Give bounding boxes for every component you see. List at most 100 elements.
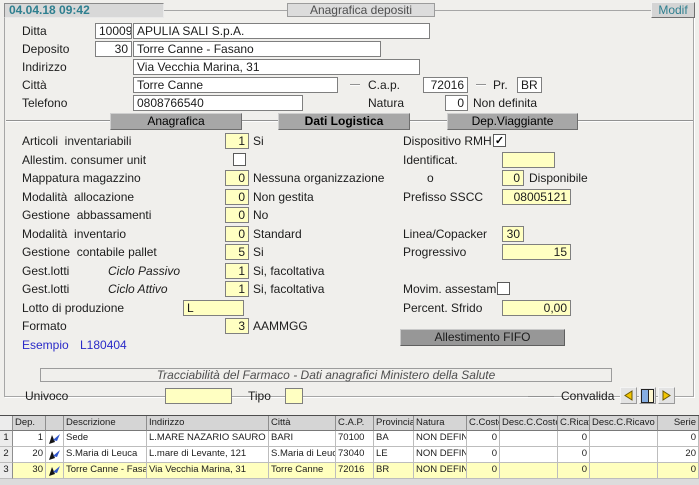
cell-indirizzo[interactable]: L.MARE NAZARIO SAURO 211 — [147, 431, 269, 447]
left-arrow-icon — [623, 390, 634, 401]
nav-next-button[interactable] — [658, 387, 675, 404]
dispositivo-rmh-checkbox[interactable]: ✓ — [493, 134, 506, 147]
cell-indirizzo[interactable]: L.mare di Levante, 121 — [147, 447, 269, 463]
tab-anagrafica[interactable]: Anagrafica — [110, 113, 242, 130]
cell-desc-c-costo[interactable] — [500, 447, 558, 463]
o-field[interactable]: 0 — [502, 170, 524, 186]
cell-dep[interactable]: 1 — [13, 431, 46, 447]
deposito-name-field[interactable]: Torre Canne - Fasano — [133, 41, 381, 57]
cell-natura[interactable]: NON DEFINITA — [414, 431, 467, 447]
cell-c-ricavo[interactable]: 0 — [558, 447, 590, 463]
o-desc: Disponibile — [529, 170, 588, 186]
ditta-name-field[interactable]: APULIA SALI S.p.A. — [133, 23, 430, 39]
cell-desc-c-ricavo[interactable] — [590, 431, 658, 447]
indirizzo-field[interactable]: Via Vecchia Marina, 31 — [133, 59, 420, 75]
col-header-serie[interactable]: Serie — [658, 416, 699, 431]
modif-button[interactable]: Modif — [651, 2, 695, 18]
allestimento-fifo-button[interactable]: Allestimento FIFO — [400, 329, 565, 346]
cell-provincia[interactable]: LE — [374, 447, 414, 463]
col-header-citta[interactable]: Città — [269, 416, 336, 431]
tipo-field[interactable] — [285, 388, 303, 404]
deposito-code-field[interactable]: 30 — [95, 41, 132, 57]
cell-c-ricavo[interactable]: 0 — [558, 431, 590, 447]
cell-serie[interactable]: 0 — [658, 463, 699, 479]
cell-c-costo[interactable]: 0 — [467, 431, 500, 447]
cell-desc-c-ricavo[interactable] — [590, 463, 658, 479]
telefono-field[interactable]: 0808766540 — [133, 95, 303, 111]
col-header-cap[interactable]: C.A.P. — [336, 416, 374, 431]
nav-page-button[interactable] — [639, 387, 656, 404]
citta-field[interactable]: Torre Canne — [133, 77, 338, 93]
gestione-contabile-pallet-field[interactable]: 5 — [225, 244, 249, 260]
movim-assestam-checkbox[interactable] — [497, 282, 510, 295]
cell-natura[interactable]: NON DEFINITA — [414, 463, 467, 479]
col-header-c-ricavo[interactable]: C.Ricavo — [558, 416, 590, 431]
cell-serie[interactable]: 0 — [658, 431, 699, 447]
col-header-dep[interactable]: Dep. — [13, 416, 46, 431]
cell-provincia[interactable]: BA — [374, 431, 414, 447]
cell-c-ricavo[interactable]: 0 — [558, 463, 590, 479]
col-header-indirizzo[interactable]: Indirizzo — [147, 416, 269, 431]
cell-desc-c-ricavo[interactable] — [590, 447, 658, 463]
gest-lotti-passivo-field[interactable]: 1 — [225, 263, 249, 279]
cell-cap[interactable]: 72016 — [336, 463, 374, 479]
pr-field[interactable]: BR — [517, 77, 542, 93]
cell-serie[interactable]: 20 — [658, 447, 699, 463]
anagrafica-depositi-window: 04.04.18 09:42 Anagrafica depositi Modif… — [0, 0, 699, 485]
cell-descrizione[interactable]: S.Maria di Leuca — [64, 447, 147, 463]
row-number[interactable]: 3 — [0, 463, 13, 479]
cell-c-costo[interactable]: 0 — [467, 447, 500, 463]
articoli-inventariabili-desc: Si — [253, 133, 264, 149]
cell-desc-c-costo[interactable] — [500, 431, 558, 447]
pen-icon — [46, 463, 64, 479]
cell-natura[interactable]: NON DEFINITA — [414, 447, 467, 463]
cell-dep[interactable]: 30 — [13, 463, 46, 479]
cell-cap[interactable]: 70100 — [336, 431, 374, 447]
cell-desc-c-costo[interactable] — [500, 463, 558, 479]
univoco-field[interactable] — [165, 388, 232, 404]
lotto-produzione-field[interactable]: L — [183, 300, 244, 316]
prefisso-sscc-field[interactable]: 08005121 — [502, 189, 571, 205]
modalita-allocazione-field[interactable]: 0 — [225, 189, 249, 205]
natura-code-field[interactable]: 0 — [445, 95, 468, 111]
cell-dep[interactable]: 20 — [13, 447, 46, 463]
progressivo-field[interactable]: 15 — [502, 244, 571, 260]
cell-citta[interactable]: BARI — [269, 431, 336, 447]
col-header-natura[interactable]: Natura — [414, 416, 467, 431]
col-header-desc-c-costo[interactable]: Desc.C.Costo — [500, 416, 558, 431]
col-header-desc-c-ricavo[interactable]: Desc.C.Ricavo — [590, 416, 658, 431]
gestione-abbassamenti-label: Gestione abbassamenti — [22, 207, 151, 223]
gest-lotti-attivo-field[interactable]: 1 — [225, 281, 249, 297]
col-header-descrizione[interactable]: Descrizione — [64, 416, 147, 431]
modalita-inventario-field[interactable]: 0 — [225, 226, 249, 242]
mappatura-magazzino-field[interactable]: 0 — [225, 170, 249, 186]
percent-sfrido-label: Percent. Sfrido — [403, 300, 482, 316]
ditta-code-field[interactable]: 10009 — [95, 23, 132, 39]
cell-provincia[interactable]: BR — [374, 463, 414, 479]
cell-citta[interactable]: S.Maria di Leuca — [269, 447, 336, 463]
cell-descrizione[interactable]: Sede — [64, 431, 147, 447]
col-header-icon[interactable] — [46, 416, 64, 431]
cell-cap[interactable]: 73040 — [336, 447, 374, 463]
cell-c-costo[interactable]: 0 — [467, 463, 500, 479]
percent-sfrido-field[interactable]: 0,00 — [502, 300, 571, 316]
gestione-abbassamenti-field[interactable]: 0 — [225, 207, 249, 223]
tab-dati-logistica[interactable]: Dati Logistica — [278, 113, 410, 130]
cell-citta[interactable]: Torre Canne — [269, 463, 336, 479]
formato-field[interactable]: 3 — [225, 318, 249, 334]
nav-prev-button[interactable] — [620, 387, 637, 404]
articoli-inventariabili-field[interactable]: 1 — [225, 133, 249, 149]
linea-copacker-field[interactable]: 30 — [502, 226, 524, 242]
cap-field[interactable]: 72016 — [423, 77, 468, 93]
col-header-c-costo[interactable]: C.Costo — [467, 416, 500, 431]
cell-descrizione[interactable]: Torre Canne - Fasano — [64, 463, 147, 479]
table-corner-cell — [0, 416, 13, 431]
row-number[interactable]: 1 — [0, 431, 13, 447]
identificat-field[interactable] — [502, 152, 555, 168]
movim-assestam-label: Movim. assestam. — [403, 281, 500, 297]
cell-indirizzo[interactable]: Via Vecchia Marina, 31 — [147, 463, 269, 479]
allestim-consumer-unit-checkbox[interactable] — [233, 153, 246, 166]
row-number[interactable]: 2 — [0, 447, 13, 463]
tab-dep-viaggiante[interactable]: Dep.Viaggiante — [447, 113, 578, 130]
col-header-provincia[interactable]: Provincia — [374, 416, 414, 431]
